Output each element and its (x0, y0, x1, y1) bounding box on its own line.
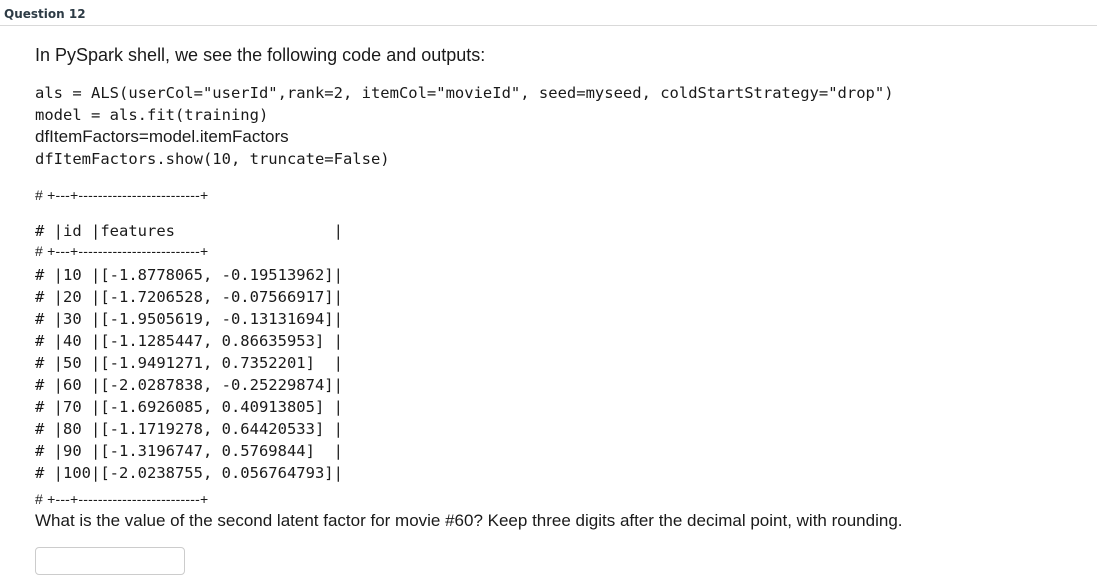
question-text: What is the value of the second latent f… (35, 511, 903, 530)
output-row: # |20 |[-1.7206528, -0.07566917]| (35, 288, 343, 306)
output-row: # |80 |[-1.1719278, 0.64420533] | (35, 420, 343, 438)
output-separator-mid: # +---+-------------------------+ (35, 243, 209, 259)
output-separator-top: # +---+-------------------------+ (35, 187, 209, 203)
answer-input[interactable] (35, 547, 185, 575)
output-row: # |70 |[-1.6926085, 0.40913805] | (35, 398, 343, 416)
output-row: # |30 |[-1.9505619, -0.13131694]| (35, 310, 343, 328)
code-line-itemfactors: dfItemFactors=model.itemFactors (35, 127, 289, 146)
output-row: # |100|[-2.0238755, 0.056764793]| (35, 464, 343, 482)
question-prompt: In PySpark shell, we see the following c… (35, 45, 486, 65)
output-row: # |50 |[-1.9491271, 0.7352201] | (35, 354, 343, 372)
question-title: Question 12 (4, 7, 86, 21)
question-header: Question 12 (0, 0, 1097, 26)
output-row: # |60 |[-2.0287838, -0.25229874]| (35, 376, 343, 394)
code-line-model: model = als.fit(training) (35, 106, 269, 124)
output-row: # |90 |[-1.3196747, 0.5769844] | (35, 442, 343, 460)
code-line-show: dfItemFactors.show(10, truncate=False) (35, 150, 390, 168)
output-row: # |10 |[-1.8778065, -0.19513962]| (35, 266, 343, 284)
output-header-row: # |id |features | (35, 222, 343, 240)
code-line-als: als = ALS(userCol="userId",rank=2, itemC… (35, 84, 894, 102)
output-row: # |40 |[-1.1285447, 0.86635953] | (35, 332, 343, 350)
output-separator-bottom: # +---+-------------------------+ (35, 491, 209, 507)
